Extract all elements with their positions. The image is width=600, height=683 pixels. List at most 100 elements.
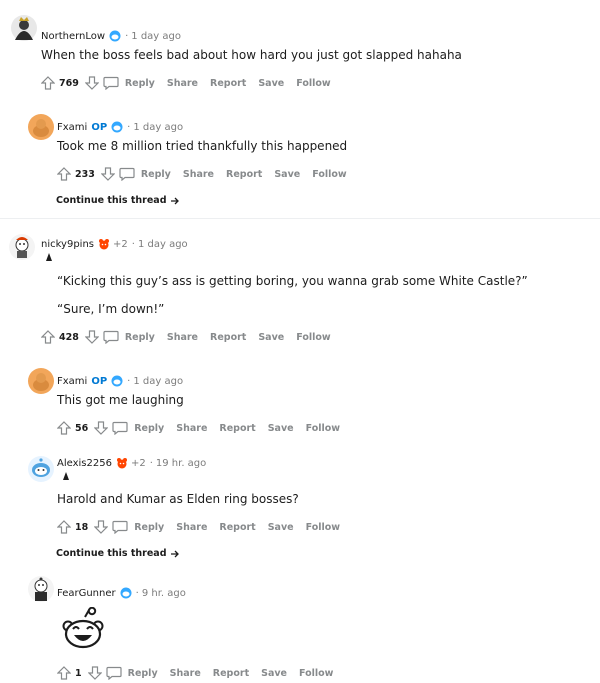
reply-button[interactable]: Reply (134, 522, 164, 533)
report-button[interactable]: Report (210, 332, 246, 343)
comment-text: “Kicking this guy’s ass is getting borin… (57, 274, 528, 288)
report-button[interactable]: Report (213, 668, 249, 679)
snoo-icon (111, 121, 123, 133)
downvote-icon[interactable] (84, 330, 99, 344)
continue-thread-label: Continue this thread (56, 195, 167, 206)
author-name[interactable]: Fxami (57, 122, 87, 133)
report-button[interactable]: Report (226, 169, 262, 180)
downvote-icon[interactable] (87, 666, 102, 680)
author-name[interactable]: nicky9pins (41, 239, 94, 250)
comment-icon[interactable] (112, 520, 128, 534)
reply-button[interactable]: Reply (125, 332, 155, 343)
save-button[interactable]: Save (268, 423, 294, 434)
save-button[interactable]: Save (268, 522, 294, 533)
user-avatar[interactable] (27, 367, 55, 395)
user-avatar[interactable] (10, 14, 38, 42)
op-badge: OP (91, 121, 108, 133)
timestamp[interactable]: 1 day ago (138, 239, 188, 250)
comment-header: nicky9pins +2 · 1 day ago (41, 236, 188, 252)
award-icon[interactable] (98, 238, 110, 250)
comment-text: This got me laughing (57, 393, 184, 407)
award-count[interactable]: +2 (131, 458, 146, 469)
timestamp[interactable]: 1 day ago (133, 376, 183, 387)
separator: · (135, 587, 139, 599)
snoo-icon (109, 30, 121, 42)
upvote-icon[interactable] (41, 330, 55, 344)
timestamp[interactable]: 19 hr. ago (156, 458, 206, 469)
arrow-right-icon (170, 196, 180, 206)
author-name[interactable]: Alexis2256 (57, 458, 112, 469)
timestamp[interactable]: 1 day ago (133, 122, 183, 133)
reply-button[interactable]: Reply (141, 169, 171, 180)
share-button[interactable]: Share (176, 522, 207, 533)
user-avatar[interactable] (8, 233, 36, 261)
upvote-icon[interactable] (57, 520, 71, 534)
follow-button[interactable]: Follow (296, 78, 330, 89)
separator: · (149, 457, 153, 469)
share-button[interactable]: Share (167, 332, 198, 343)
downvote-icon[interactable] (94, 421, 109, 435)
award-icon[interactable] (116, 457, 128, 469)
user-avatar[interactable] (27, 113, 55, 141)
reply-button[interactable]: Reply (134, 423, 164, 434)
downvote-icon[interactable] (100, 167, 115, 181)
reply-button[interactable]: Reply (125, 78, 155, 89)
continue-thread-label: Continue this thread (56, 548, 167, 559)
user-avatar[interactable] (27, 455, 55, 483)
comment-header: Alexis2256 +2 · 19 hr. ago (57, 455, 206, 471)
op-badge: OP (91, 375, 108, 387)
flair-icon (63, 472, 69, 480)
downvote-icon[interactable] (94, 520, 109, 534)
follow-button[interactable]: Follow (296, 332, 330, 343)
upvote-icon[interactable] (41, 76, 55, 90)
comment-icon[interactable] (106, 666, 122, 680)
report-button[interactable]: Report (219, 522, 255, 533)
laughing-snoo-emote (62, 607, 104, 649)
share-button[interactable]: Share (176, 423, 207, 434)
author-name[interactable]: NorthernLow (41, 31, 105, 42)
share-button[interactable]: Share (170, 668, 201, 679)
vote-score: 233 (75, 168, 95, 180)
action-bar: 56 Reply Share Report Save Follow (57, 419, 352, 437)
upvote-icon[interactable] (57, 167, 71, 181)
vote-score: 428 (59, 331, 79, 343)
comment-text: Took me 8 million tried thankfully this … (57, 139, 348, 153)
comment-icon[interactable] (103, 76, 119, 90)
comment-text: When the boss feels bad about how hard y… (41, 48, 462, 62)
comment-header: Fxami OP · 1 day ago (57, 373, 183, 389)
comment-header: Fxami OP · 1 day ago (57, 119, 183, 135)
snoo-icon (111, 375, 123, 387)
reply-button[interactable]: Reply (128, 668, 158, 679)
save-button[interactable]: Save (258, 78, 284, 89)
separator: · (127, 375, 131, 387)
action-bar: 769 Reply Share Report Save Follow (41, 74, 343, 92)
comment-icon[interactable] (119, 167, 135, 181)
follow-button[interactable]: Follow (306, 522, 340, 533)
user-avatar[interactable] (27, 575, 55, 603)
follow-button[interactable]: Follow (299, 668, 333, 679)
comment-header: FearGunner · 9 hr. ago (57, 585, 186, 601)
report-button[interactable]: Report (219, 423, 255, 434)
comment-icon[interactable] (103, 330, 119, 344)
comment-header: NorthernLow · 1 day ago (41, 28, 181, 44)
follow-button[interactable]: Follow (306, 423, 340, 434)
share-button[interactable]: Share (167, 78, 198, 89)
timestamp[interactable]: 9 hr. ago (142, 588, 186, 599)
save-button[interactable]: Save (261, 668, 287, 679)
comment-icon[interactable] (112, 421, 128, 435)
vote-score: 56 (75, 422, 89, 434)
follow-button[interactable]: Follow (312, 169, 346, 180)
save-button[interactable]: Save (258, 332, 284, 343)
save-button[interactable]: Save (274, 169, 300, 180)
upvote-icon[interactable] (57, 421, 71, 435)
downvote-icon[interactable] (84, 76, 99, 90)
share-button[interactable]: Share (183, 169, 214, 180)
upvote-icon[interactable] (57, 666, 71, 680)
award-count[interactable]: +2 (113, 239, 128, 250)
continue-thread-link[interactable]: Continue this thread (56, 195, 180, 206)
author-name[interactable]: Fxami (57, 376, 87, 387)
timestamp[interactable]: 1 day ago (131, 31, 181, 42)
report-button[interactable]: Report (210, 78, 246, 89)
author-name[interactable]: FearGunner (57, 588, 116, 599)
continue-thread-link[interactable]: Continue this thread (56, 548, 180, 559)
